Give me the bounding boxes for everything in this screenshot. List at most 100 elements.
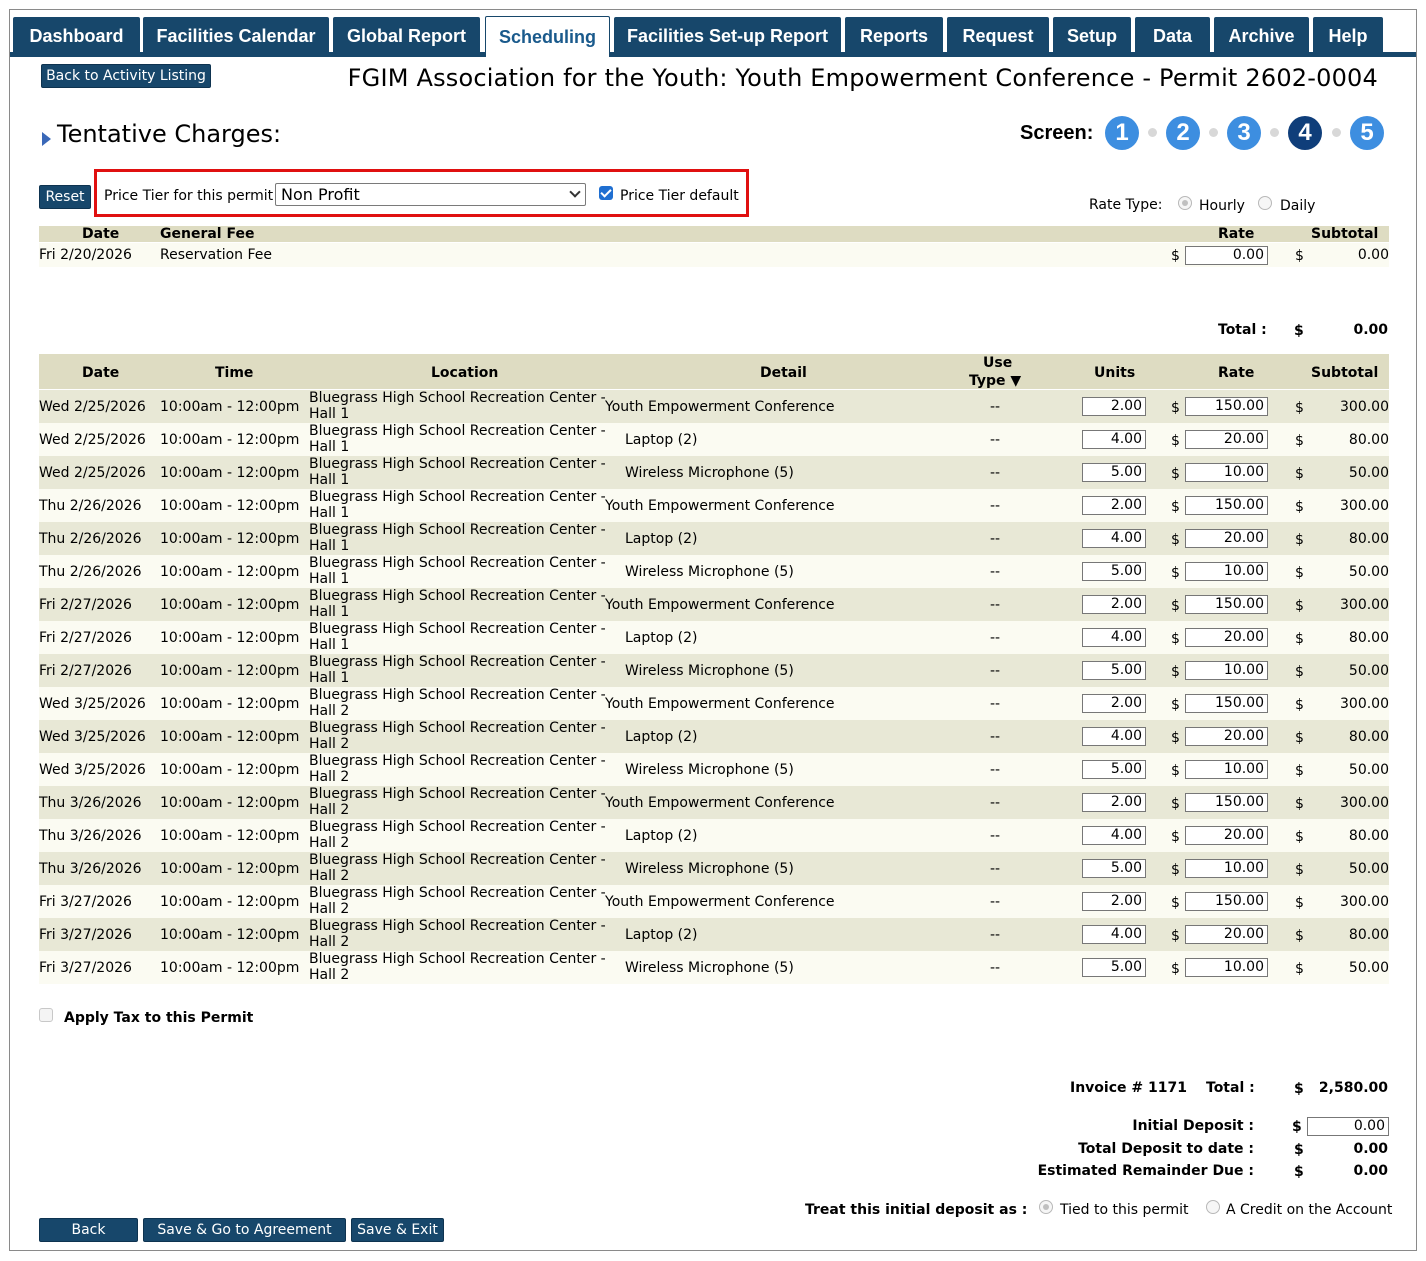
rate-input[interactable]: 10.00 [1185, 463, 1268, 482]
units-input[interactable]: 5.00 [1082, 859, 1146, 878]
rate-input[interactable]: 150.00 [1185, 694, 1268, 713]
currency-symbol: $ [1295, 248, 1304, 264]
fee-rate-input[interactable]: 0.00 [1185, 246, 1268, 265]
rate-type-hourly-radio[interactable] [1178, 196, 1192, 210]
col-subtotal: Subtotal [1311, 365, 1379, 381]
rate-input[interactable]: 10.00 [1185, 661, 1268, 680]
row-location: Bluegrass High School Recreation Center … [309, 489, 606, 521]
row-location: Bluegrass High School Recreation Center … [309, 456, 606, 488]
row-time: 10:00am - 12:00pm [160, 762, 300, 778]
col-use-type-sort[interactable]: Type ▼ [969, 373, 1021, 389]
tab-data[interactable]: Data [1135, 17, 1210, 55]
screen-step-3[interactable]: 3 [1227, 116, 1261, 150]
table-row: Thu 2/26/2026 10:00am - 12:00pm Bluegrass … [39, 522, 1389, 555]
fee-subtotal: 0.00 [1357, 247, 1389, 263]
reset-button[interactable]: Reset [39, 185, 91, 209]
rate-input[interactable]: 10.00 [1185, 958, 1268, 977]
currency-symbol: $ [1295, 862, 1304, 878]
row-detail: Laptop (2) [625, 630, 698, 646]
rate-input[interactable]: 150.00 [1185, 892, 1268, 911]
main-nav: Dashboard Facilities Calendar Global Rep… [10, 10, 1416, 57]
units-input[interactable]: 5.00 [1082, 562, 1146, 581]
rate-input[interactable]: 20.00 [1185, 430, 1268, 449]
back-to-activity-listing-button[interactable]: Back to Activity Listing [41, 64, 211, 88]
step-separator [1270, 128, 1279, 137]
units-input[interactable]: 4.00 [1082, 529, 1146, 548]
currency-symbol: $ [1171, 532, 1180, 548]
currency-symbol: $ [1171, 895, 1180, 911]
save-exit-button[interactable]: Save & Exit [351, 1218, 444, 1242]
units-input[interactable]: 2.00 [1082, 793, 1146, 812]
units-input[interactable]: 5.00 [1082, 463, 1146, 482]
units-input[interactable]: 4.00 [1082, 925, 1146, 944]
units-input[interactable]: 4.00 [1082, 826, 1146, 845]
units-input[interactable]: 2.00 [1082, 595, 1146, 614]
tab-archive[interactable]: Archive [1214, 17, 1309, 55]
units-input[interactable]: 5.00 [1082, 958, 1146, 977]
rate-input[interactable]: 10.00 [1185, 859, 1268, 878]
currency-symbol: $ [1171, 664, 1180, 680]
tab-scheduling[interactable]: Scheduling [485, 16, 610, 57]
screen-step-4[interactable]: 4 [1288, 116, 1322, 150]
row-use-type: -- [990, 861, 1001, 877]
row-location-line2: Hall 2 [309, 802, 350, 818]
rate-input[interactable]: 150.00 [1185, 397, 1268, 416]
row-location: Bluegrass High School Recreation Center … [309, 654, 606, 686]
rate-input[interactable]: 10.00 [1185, 562, 1268, 581]
rate-input[interactable]: 150.00 [1185, 595, 1268, 614]
units-input[interactable]: 4.00 [1082, 430, 1146, 449]
price-tier-selected: Non Profit [281, 185, 360, 204]
rate-input[interactable]: 10.00 [1185, 760, 1268, 779]
units-input[interactable]: 4.00 [1082, 727, 1146, 746]
apply-tax-checkbox[interactable] [39, 1008, 53, 1022]
tied-to-permit-radio[interactable] [1039, 1200, 1053, 1214]
units-input[interactable]: 5.00 [1082, 661, 1146, 680]
collapse-arrow-icon[interactable] [42, 132, 51, 146]
initial-deposit-input[interactable]: 0.00 [1307, 1117, 1389, 1136]
price-tier-default-checkbox[interactable] [599, 186, 613, 200]
screen-step-5[interactable]: 5 [1350, 116, 1384, 150]
save-go-to-agreement-button[interactable]: Save & Go to Agreement [143, 1218, 346, 1242]
rate-input[interactable]: 20.00 [1185, 925, 1268, 944]
units-input[interactable]: 5.00 [1082, 760, 1146, 779]
credit-on-account-radio[interactable] [1206, 1200, 1220, 1214]
tab-facilities-setup-report[interactable]: Facilities Set-up Report [614, 17, 841, 55]
units-input[interactable]: 2.00 [1082, 892, 1146, 911]
row-detail: Youth Empowerment Conference [605, 498, 835, 514]
units-input[interactable]: 4.00 [1082, 628, 1146, 647]
rate-input[interactable]: 150.00 [1185, 793, 1268, 812]
screen-step-2[interactable]: 2 [1166, 116, 1200, 150]
rate-input[interactable]: 20.00 [1185, 727, 1268, 746]
rate-input[interactable]: 20.00 [1185, 628, 1268, 647]
tab-dashboard[interactable]: Dashboard [13, 17, 140, 55]
tab-reports[interactable]: Reports [845, 17, 943, 55]
rate-input[interactable]: 150.00 [1185, 496, 1268, 515]
tab-setup[interactable]: Setup [1053, 17, 1131, 55]
col-location: Location [431, 365, 499, 381]
units-input[interactable]: 2.00 [1082, 397, 1146, 416]
row-detail: Youth Empowerment Conference [605, 894, 835, 910]
currency-symbol: $ [1294, 1164, 1304, 1180]
units-input[interactable]: 2.00 [1082, 694, 1146, 713]
back-button[interactable]: Back [39, 1218, 138, 1242]
rate-type-daily-radio[interactable] [1258, 196, 1272, 210]
price-tier-select[interactable]: Non Profit [275, 183, 586, 206]
tab-help[interactable]: Help [1313, 17, 1383, 55]
units-input[interactable]: 2.00 [1082, 496, 1146, 515]
row-use-type: -- [990, 564, 1001, 580]
rate-input[interactable]: 20.00 [1185, 826, 1268, 845]
screen-step-1[interactable]: 1 [1105, 116, 1139, 150]
currency-symbol: $ [1171, 763, 1180, 779]
screen-label: Screen: [1020, 122, 1094, 144]
row-location-line1: Bluegrass High School Recreation Center … [309, 456, 606, 472]
tab-request[interactable]: Request [947, 17, 1049, 55]
row-subtotal: 50.00 [1348, 564, 1389, 580]
table-row: Fri 3/27/2026 10:00am - 12:00pm Bluegrass … [39, 918, 1389, 951]
price-tier-default-label: Price Tier default [620, 188, 739, 204]
tab-global-report[interactable]: Global Report [333, 17, 480, 55]
tab-facilities-calendar[interactable]: Facilities Calendar [143, 17, 329, 55]
rate-input[interactable]: 20.00 [1185, 529, 1268, 548]
row-time: 10:00am - 12:00pm [160, 597, 300, 613]
row-location-line1: Bluegrass High School Recreation Center … [309, 489, 606, 505]
currency-symbol: $ [1295, 466, 1304, 482]
